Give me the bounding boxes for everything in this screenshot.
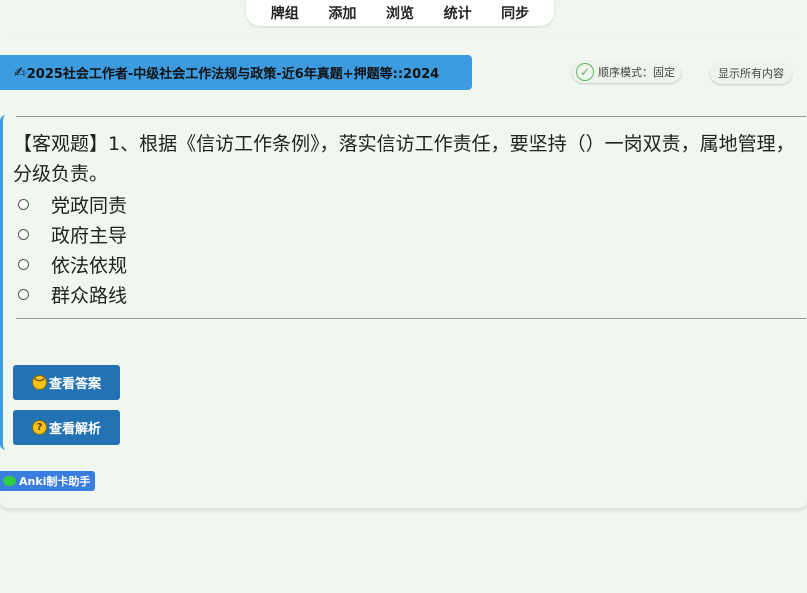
- show-answer-button[interactable]: ︶ 查看答案: [13, 365, 120, 400]
- show-all-button[interactable]: 显示所有内容: [710, 62, 792, 84]
- deck-title: 2025社会工作者-中级社会工作法规与政策-近6年真题+押题等::2024: [26, 67, 440, 82]
- option-d-label: 群众路线: [51, 284, 128, 307]
- nav-sync[interactable]: 同步: [501, 3, 529, 23]
- show-explanation-button[interactable]: ? 查看解析: [13, 410, 120, 445]
- option-c-label: 依法依规: [51, 254, 128, 277]
- check-circle-icon: ✓: [576, 63, 594, 81]
- option-a[interactable]: 党政同责: [18, 189, 127, 219]
- deck-title-tag: ✍ 2025社会工作者-中级社会工作法规与政策-近6年真题+押题等::2024: [0, 55, 472, 90]
- options-list: 党政同责 政府主导 依法依规 群众路线: [18, 189, 127, 309]
- brand-badge[interactable]: Anki制卡助手: [0, 471, 96, 491]
- divider-top: [16, 116, 806, 117]
- nav-add[interactable]: 添加: [328, 3, 356, 23]
- card: ✍ 2025社会工作者-中级社会工作法规与政策-近6年真题+押题等::2024 …: [0, 40, 807, 508]
- radio-c[interactable]: [18, 258, 29, 270]
- question-block: 【客观题】1、根据《信访工作条例》，落实信访工作责任，要坚持（）一岗双责，属地管…: [0, 115, 807, 450]
- wechat-icon: [3, 476, 16, 486]
- radio-b[interactable]: [18, 228, 29, 240]
- nav-browse[interactable]: 浏览: [386, 3, 414, 23]
- nav-decks[interactable]: 牌组: [271, 3, 299, 23]
- worried-face-icon: ︶: [31, 375, 47, 390]
- brand-label: Anki制卡助手: [19, 475, 91, 488]
- option-d[interactable]: 群众路线: [18, 279, 127, 309]
- top-nav: 牌组 添加 浏览 统计 同步: [246, 0, 554, 26]
- option-c[interactable]: 依法依规: [18, 249, 127, 279]
- option-a-label: 党政同责: [51, 194, 128, 217]
- nav-stats[interactable]: 统计: [444, 3, 472, 23]
- show-explanation-label: 查看解析: [48, 422, 101, 437]
- radio-a[interactable]: [18, 198, 29, 210]
- writing-hand-icon: ✍: [14, 64, 26, 81]
- thinking-face-icon: ?: [31, 420, 47, 435]
- order-mode-pill[interactable]: ✓ 顺序模式：固定: [572, 61, 681, 83]
- question-text: 【客观题】1、根据《信访工作条例》，落实信访工作责任，要坚持（）一岗双责，属地管…: [13, 133, 795, 185]
- show-answer-label: 查看答案: [48, 377, 101, 392]
- order-mode-label: 顺序模式：固定: [598, 66, 675, 79]
- option-b[interactable]: 政府主导: [18, 219, 127, 249]
- divider-bottom: [16, 318, 806, 319]
- option-b-label: 政府主导: [51, 224, 128, 247]
- radio-d[interactable]: [18, 288, 29, 300]
